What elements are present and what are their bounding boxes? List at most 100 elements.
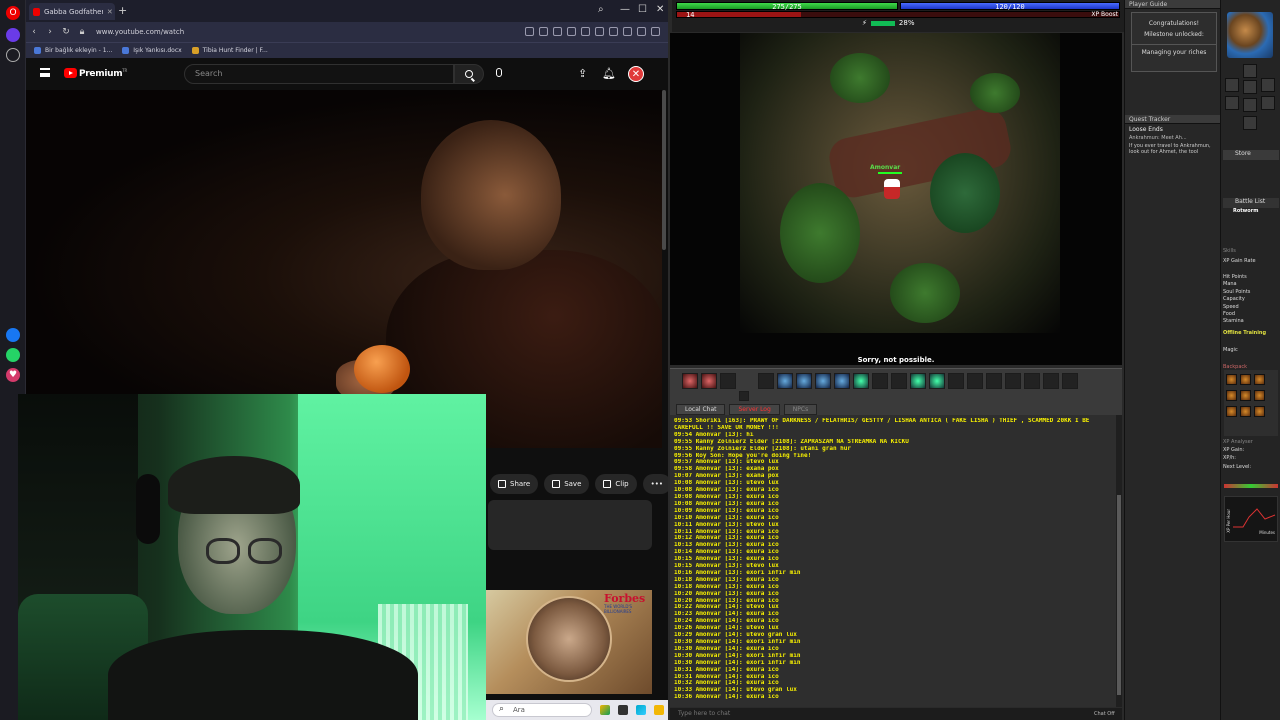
upload-icon[interactable]: ⇪: [578, 67, 587, 80]
messenger-icon[interactable]: [6, 328, 20, 342]
backpack-slot[interactable]: [1261, 78, 1275, 92]
clip-button[interactable]: Clip: [595, 474, 637, 494]
xp-analyser-title[interactable]: XP Analyser: [1223, 439, 1253, 445]
skills-title[interactable]: Skills: [1223, 248, 1236, 254]
close-window-icon[interactable]: ✕: [656, 4, 664, 15]
vpn-icon[interactable]: [637, 27, 646, 36]
forward-icon[interactable]: ›: [42, 27, 58, 37]
player-character[interactable]: [884, 179, 900, 199]
shield-icon[interactable]: [553, 27, 562, 36]
reload-icon[interactable]: ↻: [58, 27, 74, 37]
camera-icon[interactable]: [539, 27, 548, 36]
back-icon[interactable]: ‹: [26, 27, 42, 37]
share-button[interactable]: Share: [490, 474, 539, 494]
hotkey-slot[interactable]: [910, 373, 926, 389]
armor-slot[interactable]: [1243, 80, 1257, 94]
minimize-icon[interactable]: —: [620, 4, 630, 15]
whatsapp-icon[interactable]: [6, 348, 20, 362]
chat-scrollbar[interactable]: [1116, 415, 1122, 707]
hotkey-slot[interactable]: [1005, 373, 1021, 389]
edge-icon[interactable]: [636, 705, 646, 715]
xp-boost-label[interactable]: XP Boost: [1091, 11, 1118, 18]
offline-training[interactable]: Offline Training: [1223, 330, 1266, 336]
youtube-premium-label[interactable]: PremiumTR: [79, 68, 127, 79]
hotkey-slot[interactable]: [1062, 373, 1078, 389]
extensions-icon[interactable]: [567, 27, 576, 36]
bookmark-item[interactable]: Tibia Hunt Finder | F...: [191, 47, 268, 54]
bookmark-item[interactable]: Işık Yankısı.docx: [122, 47, 182, 54]
hotkey-slot[interactable]: [739, 391, 749, 401]
widgets-icon[interactable]: [600, 705, 610, 715]
taskview-icon[interactable]: [618, 705, 628, 715]
taskbar-search[interactable]: Ara: [492, 703, 592, 717]
hotkey-slot[interactable]: [948, 373, 964, 389]
hamburger-menu-icon[interactable]: [40, 68, 50, 77]
hotkey-slot[interactable]: [1043, 373, 1059, 389]
avatar[interactable]: ✕: [628, 66, 644, 82]
backpack-item[interactable]: [1254, 374, 1265, 385]
hotkey-slot[interactable]: [929, 373, 945, 389]
battle-list-title[interactable]: Battle List: [1223, 198, 1279, 208]
heart-bookmark-icon[interactable]: [581, 27, 590, 36]
tab-npcs[interactable]: NPCs: [783, 404, 818, 415]
chat-scroll-thumb[interactable]: [1117, 495, 1121, 695]
download-icon[interactable]: [595, 27, 604, 36]
save-button[interactable]: Save: [544, 474, 590, 494]
hotkey-slot[interactable]: [967, 373, 983, 389]
tab-server-log[interactable]: Server Log: [729, 404, 780, 415]
hotkey-slot[interactable]: [701, 373, 717, 389]
hotkey-slot[interactable]: [758, 373, 774, 389]
backpack-item[interactable]: [1240, 406, 1251, 417]
quest-tracker-title[interactable]: Quest Tracker: [1125, 115, 1221, 124]
helmet-slot[interactable]: [1243, 64, 1257, 78]
minimap[interactable]: [1227, 12, 1273, 58]
maximize-icon[interactable]: ☐: [638, 4, 647, 15]
recommended-thumbnail[interactable]: Forbes THE WORLD'S BILLIONAIRES: [486, 590, 652, 694]
hotkey-slot[interactable]: [834, 373, 850, 389]
guide-milestone-name[interactable]: Managing your riches: [1132, 44, 1216, 56]
search-button[interactable]: [454, 64, 484, 84]
menu-icon[interactable]: [609, 27, 618, 36]
search-input[interactable]: Search: [184, 64, 454, 84]
bell-icon[interactable]: 🔔︎: [602, 67, 616, 80]
tab-local-chat[interactable]: Local Chat: [676, 404, 726, 415]
game-map[interactable]: Amonvar Sorry, not possible.: [670, 33, 1122, 365]
hotkey-slot[interactable]: [891, 373, 907, 389]
hotkey-slot[interactable]: [815, 373, 831, 389]
heart-icon[interactable]: ♥: [6, 368, 20, 382]
backpack-item[interactable]: [1240, 390, 1251, 401]
backpack-item[interactable]: [1226, 390, 1237, 401]
backpack-item[interactable]: [1226, 406, 1237, 417]
legs-slot[interactable]: [1243, 98, 1257, 112]
opera-logo-icon[interactable]: O: [6, 6, 20, 20]
hotkey-slot[interactable]: [853, 373, 869, 389]
boots-slot[interactable]: [1243, 116, 1257, 130]
backpack-item[interactable]: [1240, 374, 1251, 385]
hotkey-slot[interactable]: [986, 373, 1002, 389]
share-page-icon[interactable]: [525, 27, 534, 36]
youtube-logo-icon[interactable]: [64, 68, 77, 78]
microphone-icon[interactable]: [496, 68, 502, 77]
backpack-item[interactable]: [1254, 390, 1265, 401]
hotkey-slot[interactable]: [1024, 373, 1040, 389]
tab-youtube[interactable]: Gabba Godfather Fi ✕: [29, 3, 115, 20]
search-tabs-icon[interactable]: ⌕: [598, 4, 604, 15]
new-tab-icon[interactable]: +: [118, 4, 127, 17]
battle-target[interactable]: Rotworm: [1233, 208, 1258, 214]
shield-slot[interactable]: [1261, 96, 1275, 110]
amulet-slot[interactable]: [1225, 78, 1239, 92]
description-box[interactable]: [488, 500, 652, 550]
store-button[interactable]: Store: [1223, 150, 1279, 160]
weapon-slot[interactable]: [1225, 96, 1239, 110]
hotkey-slot[interactable]: [796, 373, 812, 389]
page-scrollbar[interactable]: [662, 90, 666, 250]
backpack-item[interactable]: [1254, 406, 1265, 417]
aria-icon[interactable]: [6, 28, 20, 42]
player-guide-title[interactable]: Player Guide: [1125, 0, 1220, 9]
explorer-icon[interactable]: [654, 705, 664, 715]
wallet-icon[interactable]: [623, 27, 632, 36]
backpack-item[interactable]: [1226, 374, 1237, 385]
url-field[interactable]: www.youtube.com/watch: [96, 28, 184, 36]
hotkey-slot[interactable]: [872, 373, 888, 389]
close-tab-icon[interactable]: ✕: [107, 8, 112, 16]
